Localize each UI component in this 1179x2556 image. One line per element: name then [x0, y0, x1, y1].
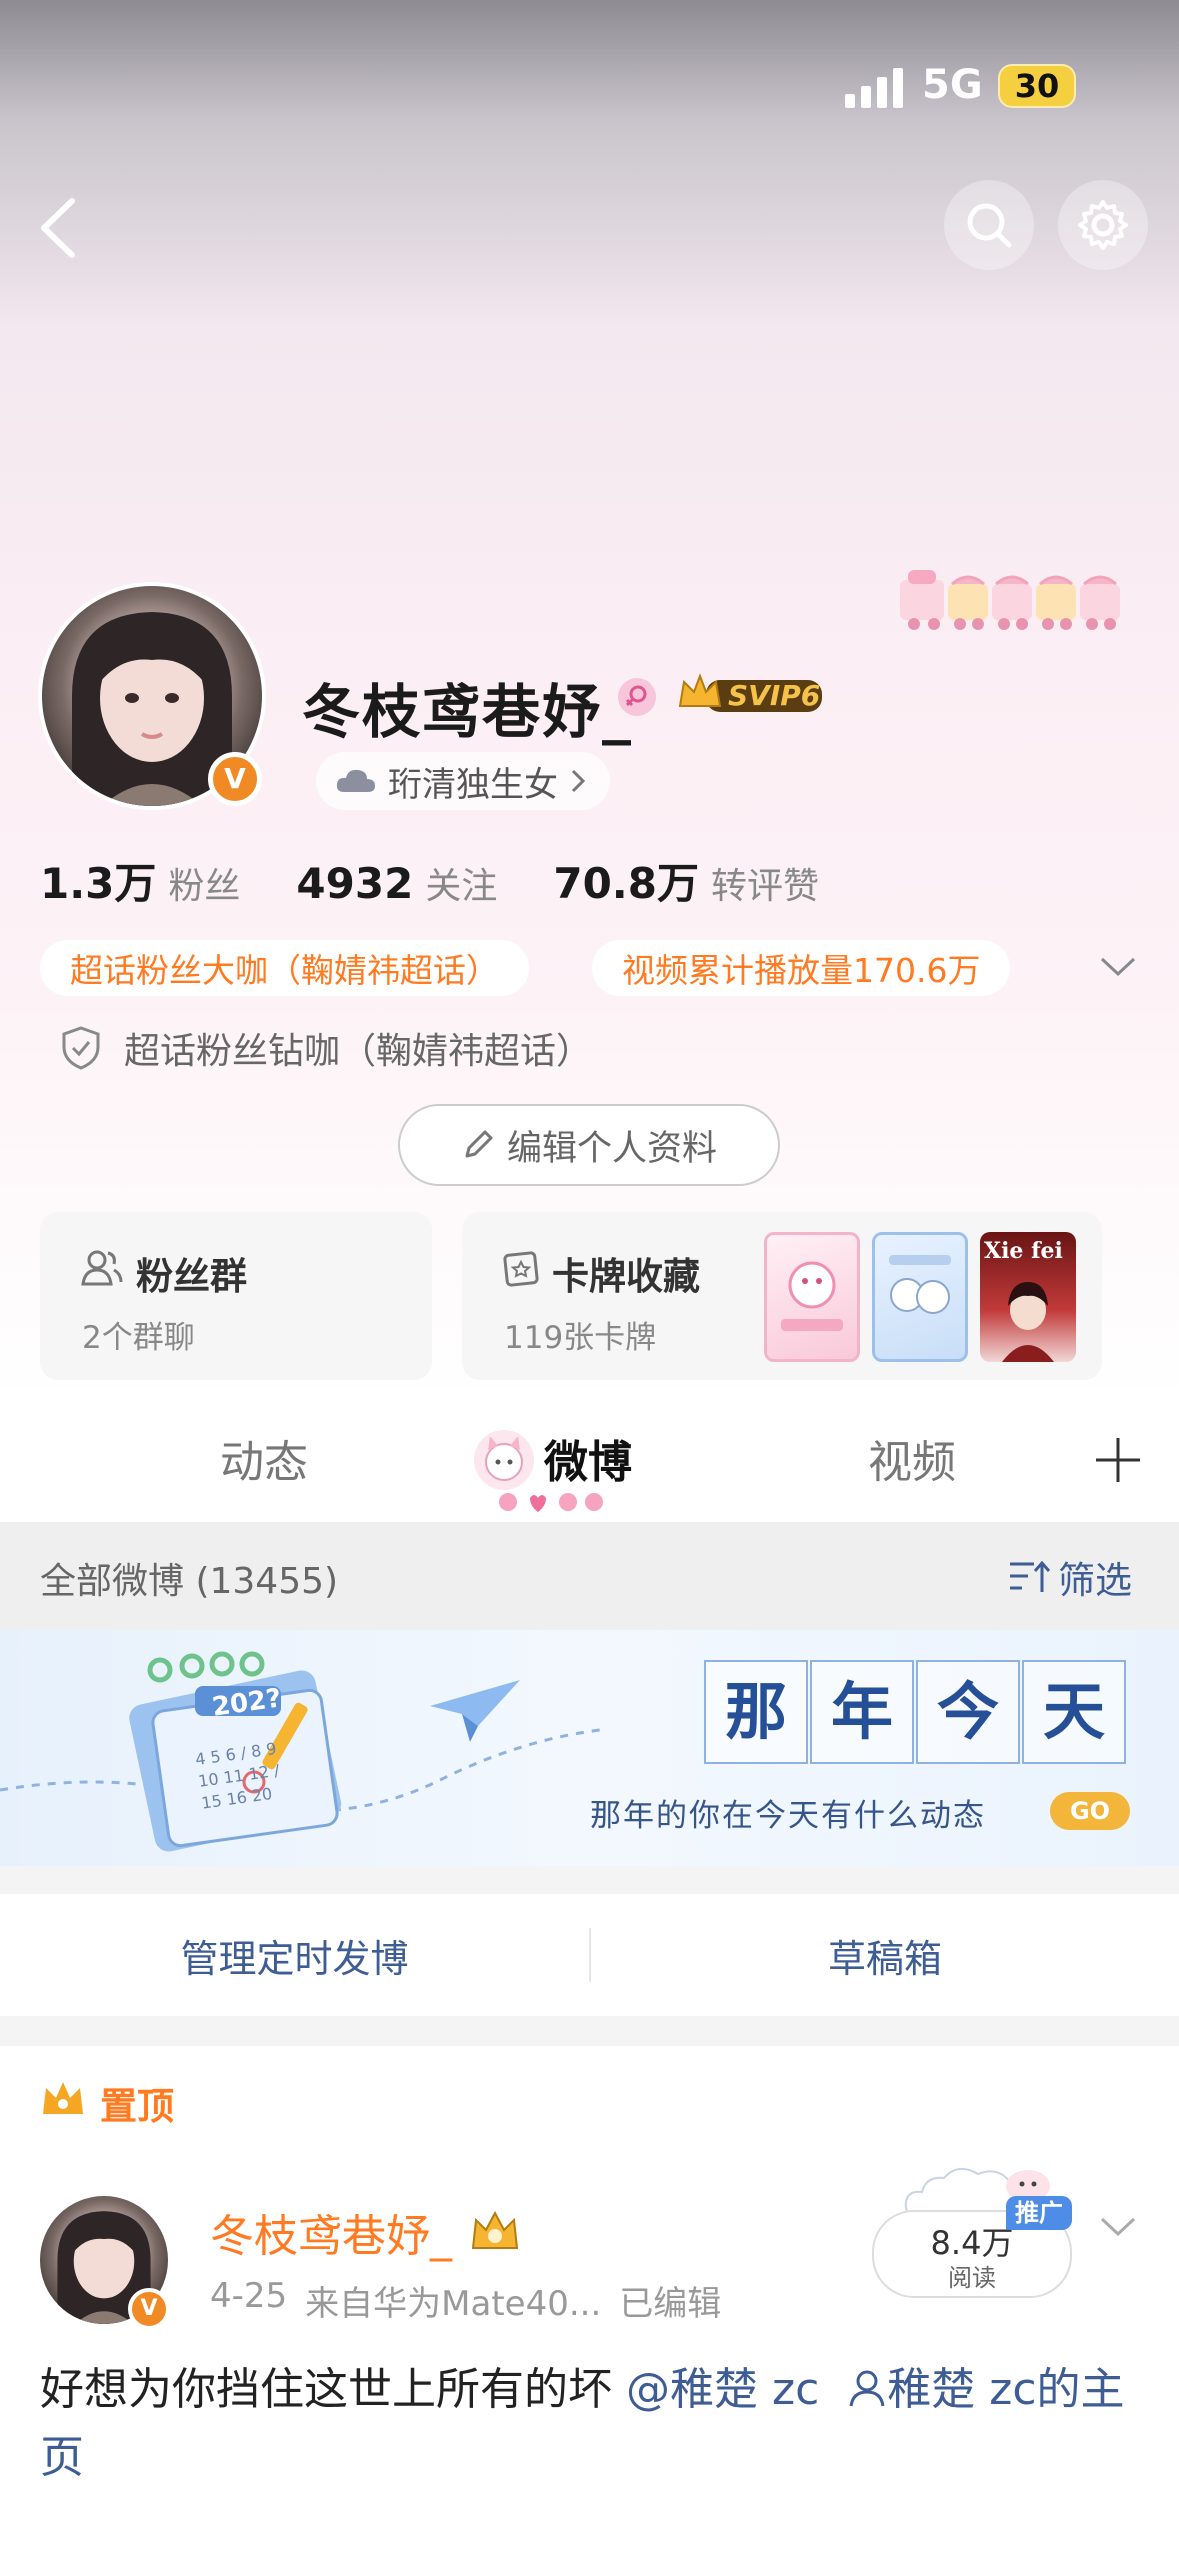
card-collection-subtitle: 119张卡牌 — [504, 1320, 657, 1356]
followers-label[interactable]: 粉丝 — [168, 857, 240, 909]
banner-char: 天 — [1022, 1660, 1126, 1764]
profile-stats: 1.3万 粉丝 4932 关注 70.8万 转评赞 — [40, 850, 875, 911]
network-type: 5G — [922, 62, 983, 108]
post-actions-row: 管理定时发博 草稿箱 — [0, 1894, 1179, 2016]
following-label[interactable]: 关注 — [425, 857, 497, 909]
drafts-button[interactable]: 草稿箱 — [591, 1894, 1179, 2016]
svip-badge[interactable]: SVIP6 — [676, 672, 824, 718]
pinned-label: 置顶 — [100, 2085, 174, 2128]
search-icon — [967, 203, 1012, 248]
card-thumbnail[interactable] — [764, 1232, 860, 1362]
scheduled-posts-button[interactable]: 管理定时发博 — [0, 1894, 589, 2016]
post-body: 好想为你挡住这世上所有的坏 — [40, 2364, 626, 2415]
chevron-right-icon — [571, 769, 586, 793]
back-arrow-icon[interactable] — [30, 195, 90, 261]
train-decoration-icon — [900, 570, 1120, 630]
tab-weibo[interactable]: 微博 — [544, 1426, 632, 1490]
card-art-text: Xie fei — [984, 1238, 1063, 1264]
pencil-icon — [465, 1130, 493, 1158]
post-source: 来自华为Mate40... — [305, 2284, 602, 2324]
weibo-filter-row: 全部微博 (13455) 筛选 — [0, 1522, 1179, 1630]
likes-count[interactable]: 70.8万 — [553, 850, 699, 911]
search-button[interactable] — [944, 180, 1034, 270]
card-collection-title: 卡牌收藏 — [552, 1255, 700, 1298]
banner-char: 那 — [704, 1660, 808, 1764]
cellular-signal-icon — [845, 68, 903, 108]
on-this-day-banner[interactable]: 202? 4 5 6 / 8 9 10 11 12 / 15 16 20 那 年… — [0, 1630, 1179, 1866]
card-art-blue — [889, 1255, 951, 1314]
tab-dynamic[interactable]: 动态 — [220, 1426, 308, 1490]
banner-go-button[interactable]: GO — [1050, 1792, 1130, 1830]
plus-icon[interactable] — [1094, 1436, 1142, 1484]
cat-sticker-icon — [474, 1430, 534, 1490]
group-label-text: 珩清独生女 — [388, 764, 558, 805]
chevron-down-icon[interactable] — [1098, 2214, 1138, 2240]
calendar-days: 4 5 6 / 8 9 10 11 12 / 15 16 20 — [194, 1738, 281, 1813]
pinned-post: 置顶 V 冬枝鸢巷妤_ 4-25 来自华为Mate40... 已编辑 8.4万 … — [0, 2046, 1179, 2556]
shield-icon — [62, 1026, 100, 1070]
post-text: 好想为你挡住这世上所有的坏 @稚楚 zc 稚楚 zc的主页 — [40, 2356, 1140, 2492]
views-label: 阅读 — [948, 2264, 996, 2292]
following-count[interactable]: 4932 — [296, 859, 413, 908]
banner-char: 年 — [810, 1660, 914, 1764]
svip-label: SVIP6 — [728, 679, 821, 712]
card-thumbnail[interactable] — [872, 1232, 968, 1362]
flower-decoration-icon — [499, 1493, 603, 1512]
all-weibo-count[interactable]: 全部微博 (13455) — [40, 1552, 338, 1604]
banner-subtitle: 那年的你在今天有什么动态 — [590, 1798, 986, 1834]
filter-label: 筛选 — [1058, 1559, 1132, 1602]
people-icon — [81, 1250, 123, 1286]
gear-icon — [1078, 200, 1128, 250]
cloud-icon — [336, 769, 375, 792]
user-profile-icon — [849, 2370, 885, 2407]
profile-name: 冬枝鸢巷妤_ — [302, 678, 634, 746]
profile-tab-bar: 动态 微博 视频 — [0, 1400, 1179, 1522]
filter-button[interactable]: 筛选 — [1008, 1550, 1132, 1604]
post-date: 4-25 — [210, 2276, 288, 2316]
post-author-name[interactable]: 冬枝鸢巷妤_ — [210, 2200, 452, 2264]
card-art-pink — [781, 1261, 843, 1331]
followers-count[interactable]: 1.3万 — [40, 850, 156, 911]
diamond-fan-row[interactable]: 超话粉丝钻咖（鞠婧祎超话） — [60, 1022, 592, 1074]
female-gender-icon — [618, 678, 656, 716]
filter-sort-icon — [1010, 1560, 1050, 1592]
chevron-down-icon[interactable] — [1098, 954, 1138, 980]
likes-label[interactable]: 转评赞 — [711, 857, 819, 909]
vip-crown-icon — [471, 2210, 519, 2249]
verified-badge-icon: V — [128, 2288, 170, 2330]
fan-group-card[interactable]: 粉丝群 2个群聊 — [40, 1212, 432, 1380]
battery-indicator: 30 — [998, 64, 1076, 108]
fan-group-subtitle: 2个群聊 — [82, 1320, 195, 1356]
video-plays-tag[interactable]: 视频累计播放量170.6万 — [592, 940, 1011, 996]
supertopic-fan-tag[interactable]: 超话粉丝大咖（鞠婧祎超话） — [40, 940, 529, 996]
pin-crown-icon — [43, 2082, 83, 2114]
card-thumbnail[interactable]: Xie fei — [980, 1232, 1076, 1362]
mention-link[interactable]: @稚楚 zc — [626, 2364, 819, 2415]
post-edited-label: 已编辑 — [619, 2284, 722, 2324]
fan-group-title: 粉丝群 — [136, 1255, 247, 1298]
verified-badge-icon: V — [208, 752, 262, 806]
calendar-illustration — [0, 1651, 601, 1852]
fan-group-label-pill[interactable]: 珩清独生女 — [316, 752, 610, 810]
banner-char: 今 — [916, 1660, 1020, 1764]
card-collection-card[interactable]: 卡牌收藏 119张卡牌 Xie fei — [462, 1212, 1102, 1380]
post-meta: 4-25 来自华为Mate40... 已编辑 — [210, 2276, 721, 2325]
tab-video[interactable]: 视频 — [868, 1426, 956, 1490]
card-icon — [503, 1251, 539, 1287]
settings-button[interactable] — [1058, 180, 1148, 270]
diamond-fan-text: 超话粉丝钻咖（鞠婧祎超话） — [124, 1031, 593, 1072]
edit-profile-button[interactable]: 编辑个人资料 — [398, 1104, 780, 1186]
promoted-badge: 推广 — [1006, 2196, 1072, 2230]
edit-profile-label: 编辑个人资料 — [506, 1128, 717, 1169]
